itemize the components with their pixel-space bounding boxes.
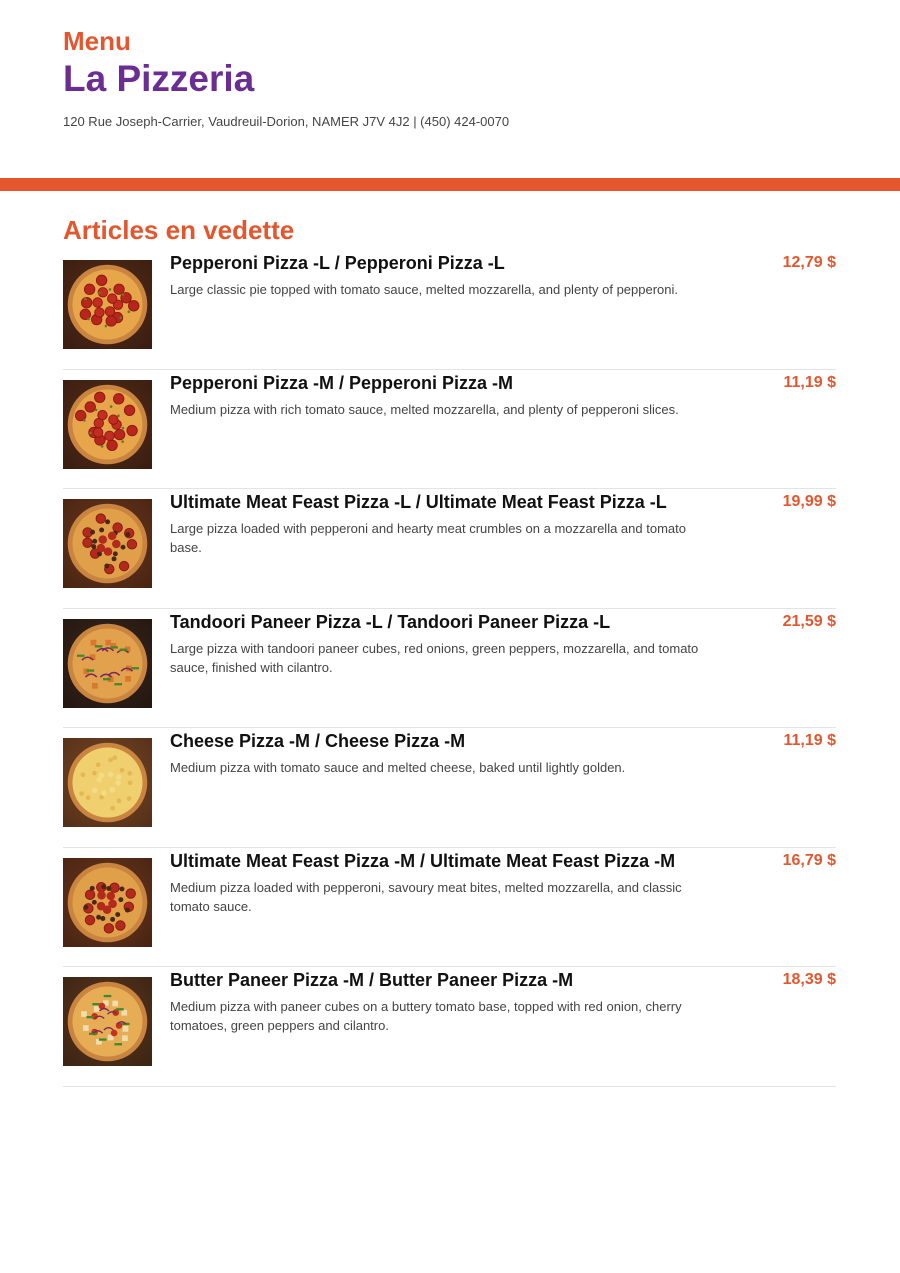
item-description: Large pizza with tandoori paneer cubes, … — [170, 640, 699, 675]
menu-item[interactable]: Butter Paneer Pizza -M / Butter Paneer P… — [63, 967, 836, 1087]
item-price: 19,99 $ — [782, 493, 836, 510]
item-name: Tandoori Paneer Pizza -L / Tandoori Pane… — [170, 611, 611, 632]
menu-item[interactable]: Ultimate Meat Feast Pizza -M / Ultimate … — [63, 848, 836, 967]
item-price: 11,19 $ — [783, 732, 837, 749]
menu-label: Menu — [63, 26, 131, 56]
menu-header: Menu La Pizzeria 120 Rue Joseph-Carrier,… — [63, 26, 843, 131]
item-price: 11,19 $ — [783, 373, 837, 391]
menu-item-list: Pepperoni Pizza -L / Pepperoni Pizza -L L… — [63, 250, 836, 1087]
item-name: Butter Paneer Pizza -M / Butter Paneer P… — [170, 970, 574, 990]
menu-item[interactable]: Cheese Pizza -M / Cheese Pizza -M Medium … — [63, 728, 836, 848]
menu-item[interactable]: Tandoori Paneer Pizza -L / Tandoori Pane… — [63, 609, 836, 728]
item-price: 21,59 $ — [782, 612, 836, 630]
pepperoni-pizza-photo — [63, 260, 152, 349]
pepperoni-pizza-photo — [63, 379, 152, 469]
butter-paneer-pizza-photo — [63, 977, 152, 1066]
item-description: Large pizza loaded with pepperoni and he… — [170, 521, 686, 555]
accent-divider-bar — [0, 178, 900, 191]
meat-feast-pizza-photo — [63, 857, 152, 947]
item-description: Medium pizza with rich tomato sauce, mel… — [170, 401, 679, 417]
section-title: Articles en vedette — [63, 215, 295, 245]
meat-feast-pizza-photo — [63, 499, 152, 588]
menu-item[interactable]: Pepperoni Pizza -M / Pepperoni Pizza -M M… — [63, 370, 837, 489]
restaurant-address: 120 Rue Joseph-Carrier, Vaudreuil-Dorion… — [63, 114, 510, 129]
item-description: Large classic pie topped with tomato sau… — [170, 282, 679, 297]
item-name: Ultimate Meat Feast Pizza -M / Ultimate … — [170, 850, 676, 871]
menu-item[interactable]: Pepperoni Pizza -L / Pepperoni Pizza -L L… — [63, 250, 836, 370]
menu-item[interactable]: Ultimate Meat Feast Pizza -L / Ultimate … — [63, 489, 836, 609]
tandoori-paneer-pizza-photo — [63, 618, 152, 708]
item-name: Ultimate Meat Feast Pizza -L / Ultimate … — [170, 492, 667, 512]
item-name: Cheese Pizza -M / Cheese Pizza -M — [170, 731, 466, 751]
item-price: 18,39 $ — [782, 971, 836, 988]
item-price: 16,79 $ — [782, 851, 836, 869]
item-description: Medium pizza loaded with pepperoni, savo… — [170, 879, 682, 914]
restaurant-name: La Pizzeria — [63, 58, 255, 99]
item-price: 12,79 $ — [782, 254, 836, 271]
item-name: Pepperoni Pizza -L / Pepperoni Pizza -L — [170, 253, 505, 273]
item-description: Medium pizza with paneer cubes on a butt… — [170, 999, 682, 1033]
item-description: Medium pizza with tomato sauce and melte… — [170, 760, 626, 775]
item-name: Pepperoni Pizza -M / Pepperoni Pizza -M — [170, 372, 514, 393]
cheese-pizza-photo — [63, 738, 152, 827]
